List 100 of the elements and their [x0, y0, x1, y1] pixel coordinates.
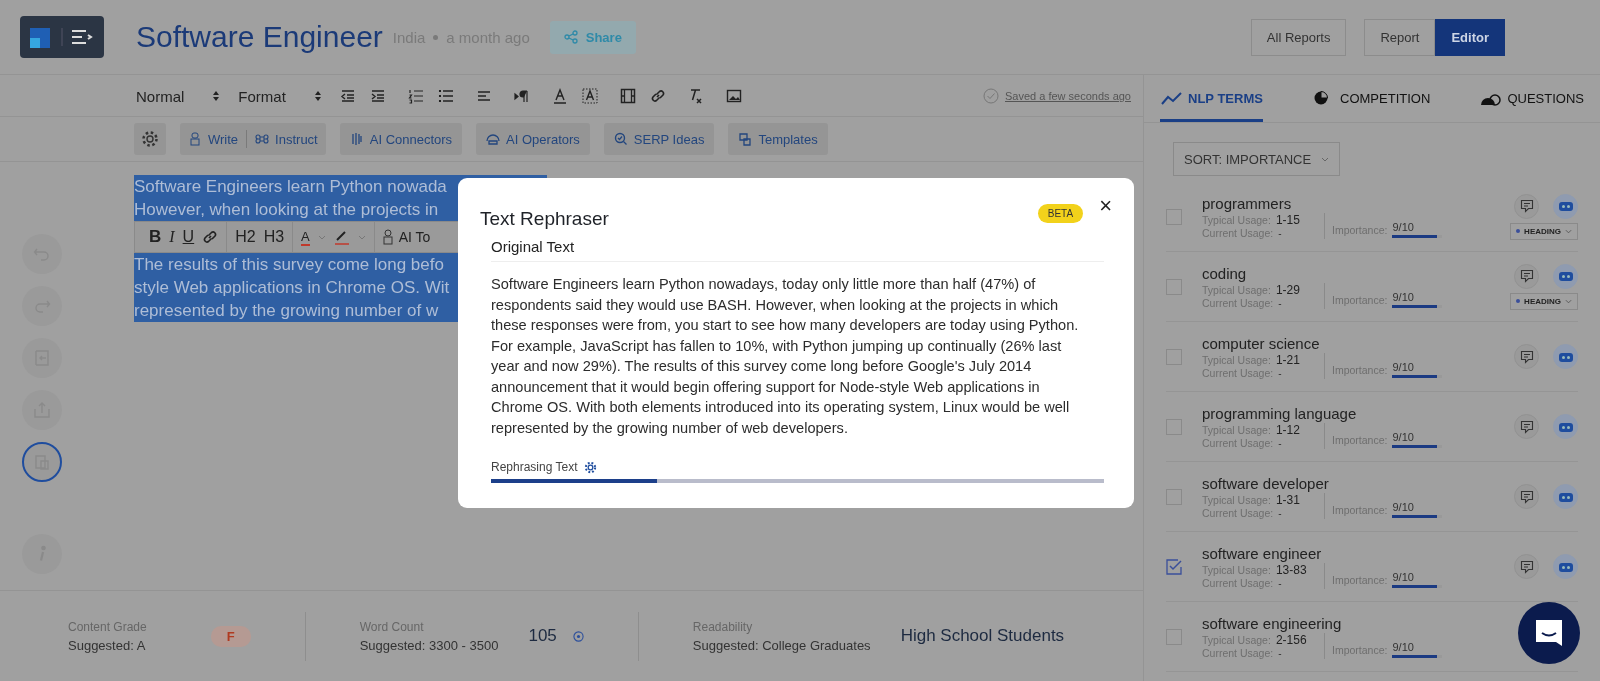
highlight-icon[interactable] — [581, 88, 598, 104]
text-color-button[interactable]: A — [301, 228, 310, 246]
close-button[interactable]: × — [1099, 196, 1112, 216]
header-tab-button[interactable]: All Reports — [1250, 18, 1347, 56]
settings-button[interactable] — [134, 123, 166, 155]
panel-tab[interactable]: COMPETITION — [1312, 77, 1431, 122]
importance-value: 9/10 — [1392, 291, 1415, 303]
robot-button[interactable] — [1553, 193, 1578, 219]
target-icon[interactable] — [572, 630, 584, 642]
heading-dropdown[interactable]: HEADING — [1510, 292, 1578, 310]
comment-button[interactable] — [1514, 414, 1539, 439]
header-tab-button[interactable]: Report — [1364, 18, 1436, 56]
term-name: software engineering — [1202, 614, 1343, 632]
paragraph-direction-icon[interactable] — [513, 88, 530, 104]
readability-value: High School Students — [900, 626, 1065, 646]
robot-button[interactable] — [1553, 344, 1578, 369]
video-icon[interactable] — [619, 88, 636, 104]
copy-button[interactable] — [22, 442, 62, 482]
robot-button[interactable] — [1553, 263, 1578, 289]
comment-icon — [1519, 559, 1534, 574]
heading-two-button[interactable]: H2 — [235, 228, 256, 246]
current-usage-value: - — [1278, 507, 1282, 519]
robot-icon — [1557, 560, 1574, 573]
image-icon[interactable] — [725, 88, 742, 104]
ai-tool-button[interactable]: SERP Ideas — [603, 123, 715, 155]
link-icon[interactable] — [202, 229, 219, 245]
typical-usage-value: 1-21 — [1275, 352, 1300, 367]
app-logo[interactable] — [20, 16, 104, 58]
beta-badge: BETA — [1037, 203, 1084, 223]
panel-tab[interactable]: QUESTIONS — [1479, 77, 1584, 122]
pen-icon[interactable] — [333, 229, 350, 245]
gear-icon — [583, 460, 597, 474]
checkmark-icon — [1166, 558, 1182, 575]
panel-tab[interactable]: NLP TERMS — [1160, 77, 1263, 122]
importance-value: 9/10 — [1392, 641, 1415, 653]
robot-icon — [1557, 270, 1574, 282]
ai-tool-button[interactable]: Templates — [728, 123, 828, 155]
metric-label: Readability — [692, 619, 754, 634]
line-chart-icon — [1160, 90, 1184, 106]
comment-button[interactable] — [1514, 193, 1539, 219]
typical-usage-value: 1-15 — [1275, 212, 1300, 227]
sort-arrows-icon — [313, 90, 322, 102]
term-name: programmers — [1202, 194, 1293, 212]
current-usage-value: - — [1278, 227, 1282, 239]
robot-button[interactable] — [1553, 484, 1578, 509]
settings-icon — [141, 130, 159, 148]
heading-three-button[interactable]: H3 — [263, 228, 285, 246]
separator-dot — [433, 34, 439, 40]
bars-icon — [349, 132, 364, 146]
indent-icon[interactable] — [369, 88, 386, 104]
comment-button[interactable] — [1514, 554, 1539, 579]
robot-button[interactable] — [1553, 554, 1578, 579]
search-icon — [613, 132, 628, 146]
underline-button[interactable]: U — [182, 228, 195, 246]
format-select[interactable]: Format — [238, 87, 322, 105]
link-icon[interactable] — [649, 88, 666, 104]
robot-button[interactable] — [1553, 414, 1578, 439]
term-name: computer science — [1202, 334, 1321, 352]
italic-button[interactable]: I — [169, 228, 175, 246]
importance-value: 9/10 — [1392, 361, 1415, 373]
robot-icon — [382, 229, 393, 245]
term-name: software engineer — [1202, 544, 1323, 562]
check-circle-icon — [983, 88, 999, 104]
ai-tool-button[interactable]: Instruct — [255, 123, 318, 155]
comment-icon — [1519, 199, 1534, 213]
ai-tools-button[interactable]: AI To — [382, 229, 431, 245]
ai-tool-button[interactable]: Write — [188, 123, 239, 155]
typical-usage-value: 2-156 — [1275, 632, 1307, 647]
bullet-list-icon[interactable] — [437, 88, 454, 104]
robot-icon — [1557, 420, 1574, 433]
word-count-value: 105 — [528, 626, 557, 646]
bold-button[interactable]: B — [149, 227, 162, 247]
header-tab-button[interactable]: Editor — [1435, 18, 1505, 56]
current-usage-value: - — [1278, 367, 1282, 379]
current-usage-value: - — [1278, 647, 1282, 659]
heading-dropdown[interactable]: HEADING — [1510, 222, 1578, 240]
term-name: coding — [1202, 264, 1248, 282]
comment-icon — [1519, 419, 1534, 434]
term-name: software developer — [1202, 474, 1330, 492]
importance-value: 9/10 — [1392, 571, 1415, 583]
style-select[interactable]: Normal — [136, 87, 221, 105]
comment-button[interactable] — [1514, 263, 1539, 289]
term-checkbox[interactable] — [1166, 558, 1182, 575]
robot-icon — [1557, 490, 1574, 503]
font-color-icon[interactable] — [551, 88, 568, 104]
importance-value: 9/10 — [1392, 431, 1415, 443]
caret-icon — [317, 234, 326, 240]
caret-icon — [357, 234, 366, 240]
sort-dropdown[interactable]: SORT: IMPORTANCE — [1173, 142, 1341, 176]
importance-value: 9/10 — [1392, 501, 1415, 513]
document-title: Software Engineer — [136, 20, 383, 54]
ai-tool-button[interactable]: AI Connectors — [339, 123, 463, 155]
ai-tool-button[interactable]: AI Operators — [476, 123, 590, 155]
saved-status[interactable]: Saved a few seconds ago — [1005, 90, 1131, 102]
comment-button[interactable] — [1514, 484, 1539, 509]
grade-badge: F — [210, 625, 251, 647]
numbered-list-icon[interactable] — [407, 88, 424, 104]
outdent-icon[interactable] — [339, 88, 356, 104]
align-icon[interactable] — [475, 88, 492, 104]
comment-button[interactable] — [1514, 344, 1539, 369]
